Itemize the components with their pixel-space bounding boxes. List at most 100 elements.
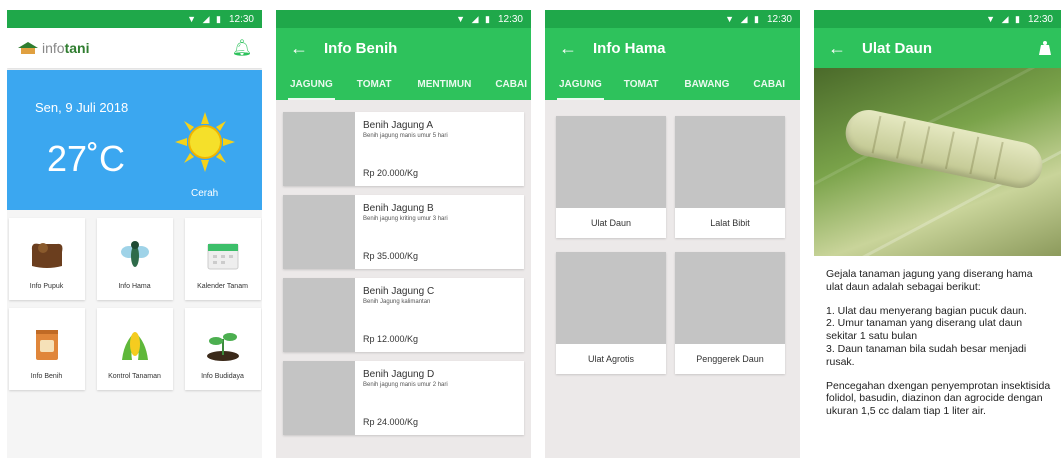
sun-icon [175, 112, 235, 172]
status-bar: ▼ ◢ ▮ 12:30 [276, 10, 531, 28]
status-icons: ▼ ◢ ▮ [456, 13, 492, 24]
item-price: Rp 20.000/Kg [363, 168, 419, 178]
tab-bawang[interactable]: BAWANG [668, 68, 739, 100]
pest-image [675, 116, 785, 208]
tile-kontrol-tanaman[interactable]: Kontrol Tanaman [96, 308, 173, 390]
tile-label: Info Hama [118, 283, 151, 290]
seed-list: Benih Jagung A Benih jagung manis umur 5… [276, 100, 531, 456]
page-title: Ulat Daun [862, 39, 933, 57]
tab-jagung[interactable]: JAGUNG [280, 68, 343, 100]
seed-packet-icon [27, 327, 67, 363]
status-icons: ▼ ◢ ▮ [725, 13, 761, 24]
tile-label: Kontrol Tanaman [108, 373, 161, 380]
item-desc: Benih jagung manis umur 5 hari [363, 133, 448, 139]
status-icons: ▼ ◢ ▮ [986, 13, 1022, 24]
tab-cabai[interactable]: CABAI [481, 68, 531, 100]
tile-label: Info Benih [30, 373, 63, 380]
pest-grid: Ulat Daun Lalat Bibit Ulat Agrotis Pengg… [545, 100, 800, 390]
caterpillar-image [841, 105, 1047, 193]
tab-mentimun[interactable]: MENTIMUN [401, 68, 481, 100]
scale-icon[interactable] [1037, 40, 1053, 56]
pest-card-penggerek-daun[interactable]: Penggerek Daun [675, 252, 785, 374]
tile-label: Kalender Tanam [197, 283, 248, 290]
logo-info-text: info [42, 40, 65, 56]
back-arrow-icon[interactable]: ← [828, 38, 862, 59]
tile-info-hama[interactable]: Info Hama [96, 218, 173, 300]
page-title: Info Benih [324, 39, 398, 57]
tile-label: Info Pupuk [29, 283, 64, 290]
list-item[interactable]: Benih Jagung A Benih jagung manis umur 5… [283, 112, 524, 186]
item-image [283, 195, 355, 269]
article-prevention: Pencegahan dxengan penyemprotan insektis… [826, 379, 1051, 418]
tile-kalender-tanam[interactable]: Kalender Tanam [184, 218, 261, 300]
pest-image [556, 252, 666, 344]
item-name: Benih Jagung B [363, 203, 434, 214]
item-desc: Benih Jagung kalimantan [363, 299, 431, 305]
list-item[interactable]: Benih Jagung B Benih jagung kriting umur… [283, 195, 524, 269]
pest-photo [814, 68, 1061, 256]
fertilizer-bag-icon [27, 237, 67, 273]
status-time: 12:30 [228, 13, 254, 25]
info-benih-screen: ▼ ◢ ▮ 12:30 ← Info Benih JAGUNG TOMAT ME… [276, 10, 531, 458]
status-time: 12:30 [1027, 13, 1053, 25]
item-desc: Benih jagung manis umur 2 hari [363, 382, 448, 388]
item-price: Rp 35.000/Kg [363, 251, 419, 261]
app-bar: ← Info Benih [276, 28, 531, 68]
tab-tomat[interactable]: TOMAT [343, 68, 402, 100]
tile-info-pupuk[interactable]: Info Pupuk [8, 218, 85, 300]
pest-card-ulat-agrotis[interactable]: Ulat Agrotis [556, 252, 666, 374]
pest-label: Penggerek Daun [696, 354, 764, 364]
tab-cabai[interactable]: CABAI [739, 68, 795, 100]
status-time: 12:30 [497, 13, 523, 25]
item-image [283, 278, 355, 352]
tile-label: Info Budidaya [201, 373, 244, 380]
tab-jagung[interactable]: JAGUNG [549, 68, 612, 100]
sprout-icon [203, 327, 243, 363]
pest-detail-screen: ▼ ◢ ▮ 12:30 ← Ulat Daun Gejala tanaman j… [814, 10, 1061, 458]
tab-bar: JAGUNG TOMAT MENTIMUN CABAI [276, 68, 531, 100]
weather-temp: 27˚C [47, 138, 126, 179]
item-price: Rp 12.000/Kg [363, 334, 419, 344]
tile-info-benih[interactable]: Info Benih [8, 308, 85, 390]
pest-label: Ulat Daun [590, 218, 632, 228]
list-item[interactable]: Benih Jagung D Benih jagung manis umur 2… [283, 361, 524, 435]
status-icons: ▼ ◢ ▮ [187, 13, 223, 24]
back-arrow-icon[interactable]: ← [559, 38, 593, 59]
weather-card: Sen, 9 Juli 2018 27˚C Cerah [7, 70, 262, 210]
pest-card-ulat-daun[interactable]: Ulat Daun [556, 116, 666, 238]
tab-tomat[interactable]: TOMAT [612, 68, 669, 100]
status-bar: ▼ ◢ ▮ 12:30 [814, 10, 1061, 28]
home-header: infotani 🔔︎ [7, 28, 262, 68]
status-time: 12:30 [766, 13, 792, 25]
item-price: Rp 24.000/Kg [363, 417, 419, 427]
back-arrow-icon[interactable]: ← [290, 38, 324, 59]
item-name: Benih Jagung D [363, 369, 435, 380]
item-image [283, 361, 355, 435]
pest-image [675, 252, 785, 344]
article-points: 1. Ulat dau menyerang bagian pucuk daun.… [826, 304, 1027, 368]
pest-label: Ulat Agrotis [587, 354, 635, 364]
article-intro: Gejala tanaman jagung yang diserang hama… [826, 268, 1033, 293]
corn-icon [115, 327, 155, 363]
home-screen: ▼ ◢ ▮ 12:30 infotani 🔔︎ Sen, 9 Juli 2018… [7, 10, 262, 458]
status-bar: ▼ ◢ ▮ 12:30 [7, 10, 262, 28]
article-body: Gejala tanaman jagung yang diserang hama… [814, 256, 1061, 418]
app-bar: ← Info Hama [545, 28, 800, 68]
calendar-icon [203, 237, 243, 273]
item-desc: Benih jagung kriting umur 3 hari [363, 216, 448, 222]
hut-logo-icon [18, 42, 38, 54]
tile-info-budidaya[interactable]: Info Budidaya [184, 308, 261, 390]
info-hama-screen: ▼ ◢ ▮ 12:30 ← Info Hama JAGUNG TOMAT BAW… [545, 10, 800, 458]
app-bar: ← Ulat Daun [814, 28, 1061, 68]
weather-condition: Cerah [191, 188, 219, 199]
menu-grid: Info Pupuk Info Hama Kalender Tanam Info… [7, 210, 262, 398]
pest-label: Lalat Bibit [710, 218, 750, 228]
pest-card-lalat-bibit[interactable]: Lalat Bibit [675, 116, 785, 238]
weather-date: Sen, 9 Juli 2018 [35, 100, 129, 115]
item-name: Benih Jagung C [363, 286, 435, 297]
logo-tani-text: tani [64, 40, 90, 56]
item-name: Benih Jagung A [363, 120, 434, 131]
list-item[interactable]: Benih Jagung C Benih Jagung kalimantan R… [283, 278, 524, 352]
bell-icon[interactable]: 🔔︎ [232, 38, 252, 58]
insect-icon [115, 237, 155, 273]
